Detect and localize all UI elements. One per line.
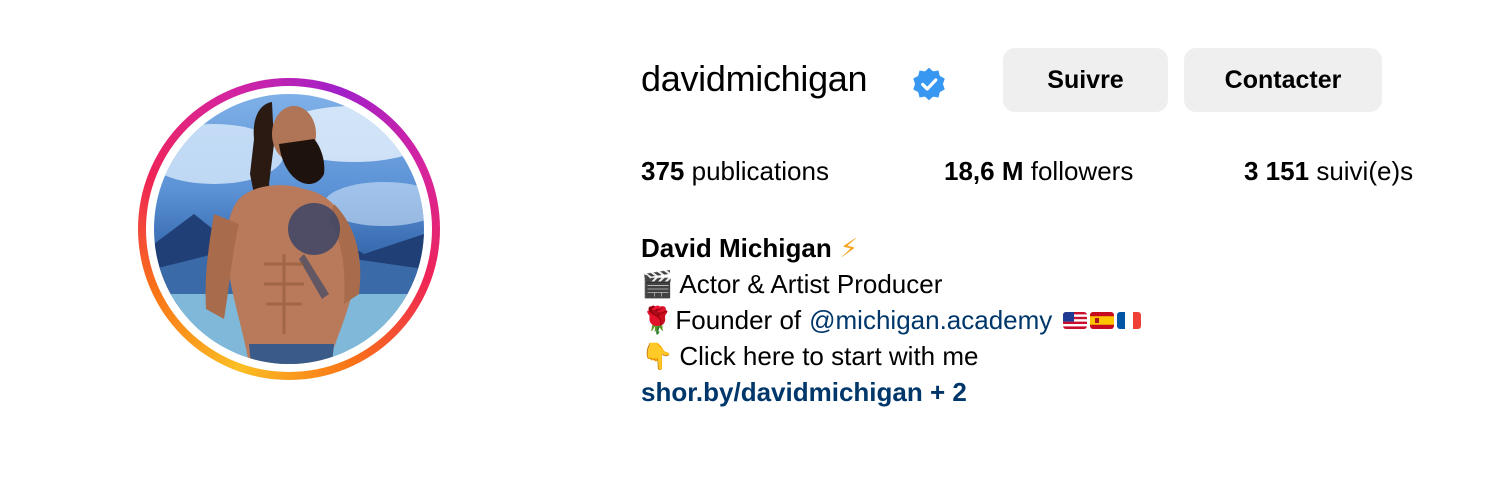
posts-count-value: 375 xyxy=(641,156,685,186)
academy-mention-link[interactable]: @michigan.academy xyxy=(809,302,1052,338)
followers-count-value: 18,6 M xyxy=(944,156,1024,186)
following-count-value: 3 151 xyxy=(1244,156,1310,186)
bio-name-line: David Michigan ⚡ xyxy=(641,230,1141,266)
us-flag-icon xyxy=(1063,311,1088,329)
story-ring[interactable] xyxy=(138,78,440,380)
avatar-illustration xyxy=(154,102,424,364)
clapperboard-icon: 🎬 xyxy=(641,269,674,299)
follow-button[interactable]: Suivre xyxy=(1003,48,1168,112)
spain-flag-icon xyxy=(1090,311,1115,329)
followers-link[interactable]: 18,6 M followers xyxy=(944,156,1133,187)
bio-line-link: shor.by/davidmichigan + 2 xyxy=(641,374,1141,410)
verified-badge-icon xyxy=(913,67,945,101)
bio-text-click: Click here to start with me xyxy=(679,341,979,371)
bio-line-founder: 🌹 Founder of @michigan.academy xyxy=(641,302,1142,338)
following-link[interactable]: 3 151 suivi(e)s xyxy=(1244,156,1413,187)
following-count-label: suivi(e)s xyxy=(1316,156,1414,186)
rose-icon: 🌹 xyxy=(641,305,674,335)
lightning-icon: ⚡ xyxy=(839,233,858,263)
bio-line-actor: 🎬 Actor & Artist Producer xyxy=(641,266,1141,302)
bio-text-founder: Founder of xyxy=(675,305,802,335)
followers-count-label: followers xyxy=(1030,156,1134,186)
profile-header: davidmichigan Suivre Contacter 375 publi… xyxy=(0,0,1512,496)
username: davidmichigan xyxy=(641,58,868,99)
external-link[interactable]: shor.by/davidmichigan + 2 xyxy=(641,374,967,410)
posts-count: 375 publications xyxy=(641,156,829,187)
profile-avatar[interactable] xyxy=(154,94,424,364)
story-ring-gap xyxy=(146,86,432,372)
bio-line-click: 👇 Click here to start with me xyxy=(641,338,1141,374)
pointing-down-icon: 👇 xyxy=(641,341,674,371)
profile-bio: David Michigan ⚡ 🎬 Actor & Artist Produc… xyxy=(641,230,1142,410)
contact-button[interactable]: Contacter xyxy=(1184,48,1382,112)
flags-group xyxy=(1060,311,1142,329)
posts-count-label: publications xyxy=(691,156,829,186)
full-name: David Michigan xyxy=(641,233,832,263)
france-flag-icon xyxy=(1117,311,1142,329)
bio-text-actor: Actor & Artist Producer xyxy=(679,269,943,299)
